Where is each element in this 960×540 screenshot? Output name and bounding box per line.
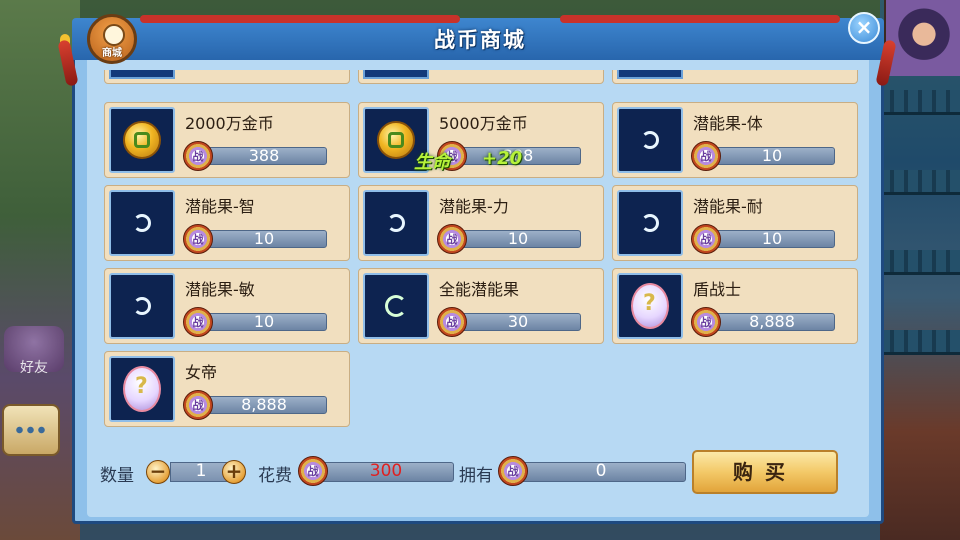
floating-effect-value: +20	[482, 148, 523, 169]
chat-bubble-icon	[14, 424, 48, 436]
mystery-egg-icon	[109, 356, 175, 422]
item-card[interactable]: 潜能果-体 战 10	[612, 102, 858, 178]
item-name: 盾战士	[693, 280, 742, 299]
potential-fruit-icon	[617, 190, 683, 256]
item-name: 全能潜能果	[439, 280, 520, 299]
roof-decoration	[880, 170, 960, 195]
item-price: 8,888	[749, 312, 795, 331]
chat-button[interactable]	[2, 404, 60, 456]
item-price: 30	[507, 312, 529, 331]
item-name: 女帝	[185, 363, 218, 382]
item-card[interactable]: 盾战士 战 8,888	[612, 268, 858, 344]
item-card[interactable]: 潜能果-力 战 10	[358, 185, 604, 261]
item-icon-partial	[109, 70, 175, 79]
item-price: 8,888	[241, 395, 287, 414]
potential-fruit-icon	[617, 107, 683, 173]
item-name: 潜能果-智	[185, 197, 255, 216]
item-name: 潜能果-耐	[693, 197, 763, 216]
floating-effect-text: 生命	[414, 152, 450, 173]
roof-decoration	[880, 90, 960, 115]
mystery-egg-icon	[617, 273, 683, 339]
item-name: 2000万金币	[185, 114, 274, 133]
cost-label: 花费	[258, 466, 292, 486]
item-name: 潜能果-体	[693, 114, 763, 133]
scene-right	[880, 0, 960, 540]
decrease-quantity-button[interactable]: −	[146, 460, 170, 484]
item-price: 10	[253, 312, 275, 331]
item-price: 10	[761, 146, 783, 165]
item-card[interactable]: 女帝 战 8,888	[104, 351, 350, 427]
owned-label: 拥有	[459, 466, 493, 486]
owned-value: 0	[595, 461, 607, 481]
potential-fruit-icon	[109, 190, 175, 256]
item-grid[interactable]: 2000万金币 战 388 5000万金币 战 388 潜能果-体 战 10 潜…	[100, 70, 860, 430]
friends-label: 好友	[20, 360, 48, 376]
all-potential-fruit-icon	[363, 273, 429, 339]
item-card[interactable]: 潜能果-智 战 10	[104, 185, 350, 261]
item-card-partial[interactable]	[358, 70, 604, 84]
item-name: 5000万金币	[439, 114, 528, 133]
item-card-partial[interactable]	[104, 70, 350, 84]
ribbon-decoration	[560, 15, 840, 23]
shop-icon: 商城	[87, 14, 137, 64]
item-card[interactable]: 全能潜能果 战 30	[358, 268, 604, 344]
item-card[interactable]: 5000万金币 战 388	[358, 102, 604, 178]
item-price: 388	[248, 146, 280, 165]
cost-value: 300	[369, 461, 403, 481]
ribbon-decoration	[140, 15, 460, 23]
shop-icon-label: 商城	[102, 48, 122, 59]
item-name: 潜能果-力	[439, 197, 509, 216]
item-icon-partial	[617, 70, 683, 79]
buy-button[interactable]: 购买	[692, 450, 838, 494]
quantity-label: 数量	[100, 466, 134, 486]
friends-button[interactable]: 好友	[4, 326, 64, 376]
item-card[interactable]: 2000万金币 战 388	[104, 102, 350, 178]
item-card[interactable]: 潜能果-耐 战 10	[612, 185, 858, 261]
increase-quantity-button[interactable]: +	[222, 460, 246, 484]
item-name: 潜能果-敏	[185, 280, 255, 299]
dialog-title: 战币商城	[434, 28, 526, 52]
item-price: 10	[253, 229, 275, 248]
gold-coin-icon	[109, 107, 175, 173]
item-card-partial[interactable]	[612, 70, 858, 84]
item-icon-partial	[363, 70, 429, 79]
close-button[interactable]: ×	[848, 12, 880, 44]
roof-decoration	[880, 250, 960, 275]
roof-decoration	[880, 330, 960, 355]
item-price: 10	[507, 229, 529, 248]
potential-fruit-icon	[363, 190, 429, 256]
potential-fruit-icon	[109, 273, 175, 339]
money-bag-icon	[103, 24, 125, 46]
item-card[interactable]: 潜能果-敏 战 10	[104, 268, 350, 344]
item-price: 10	[761, 229, 783, 248]
